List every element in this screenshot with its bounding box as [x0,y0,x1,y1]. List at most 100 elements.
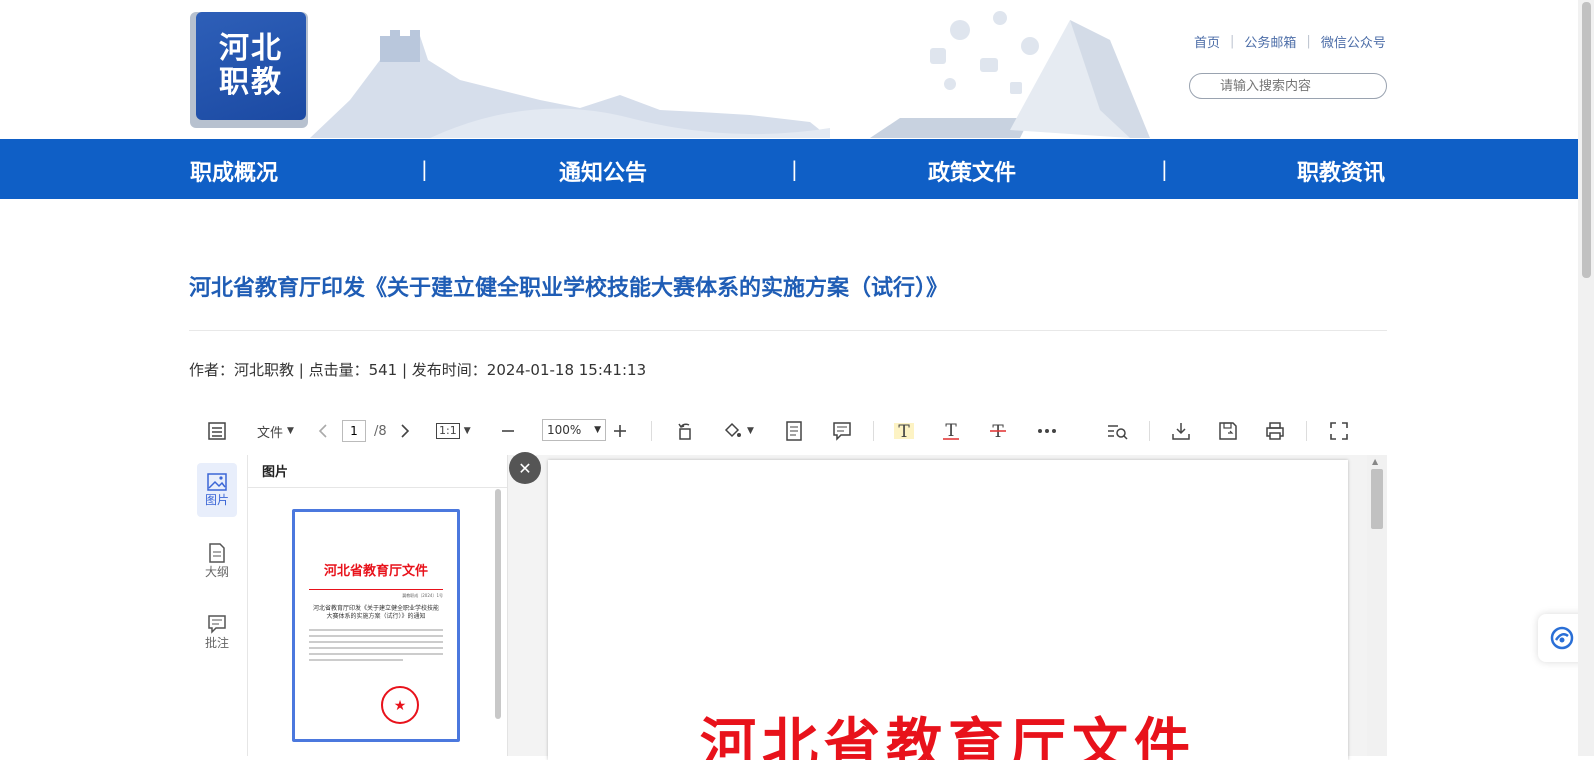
link-separator: | [1306,34,1311,49]
pdf-toolbar: 文件 ▼ /8 1:1 ▼ 100% ▼ ▼ T T [189,411,1387,451]
outline-icon [209,542,225,563]
rotate-icon [678,423,691,440]
text-highlight-icon: T [894,422,914,441]
fullscreen-icon [1330,422,1348,440]
more-icon [1038,429,1056,433]
zoom-out-button[interactable] [500,411,516,451]
fit-mode-button[interactable]: 1:1 ▼ [436,411,471,451]
svg-text:T: T [945,421,957,441]
tab-label: 图片 [204,492,229,507]
paint-bucket-icon [724,422,741,438]
nav-item-overview[interactable]: 职成概况 [190,155,278,187]
wechat-link[interactable]: 微信公众号 [1321,32,1386,51]
thumb-doc-number: 冀教职成〔2024〕1号 [402,593,443,598]
close-icon: ✕ [518,458,532,478]
rotate-button[interactable] [675,411,695,451]
official-mail-link[interactable]: 公务邮箱 [1244,32,1296,51]
image-icon [207,472,227,491]
toolbar-divider [651,421,652,441]
document-button[interactable] [785,411,803,451]
page-scrollbar[interactable] [1578,0,1594,756]
seal-stamp: ★ [381,686,419,724]
tab-thumbnails[interactable]: 图片 [197,463,237,517]
chevron-right-icon [401,424,410,438]
tab-label: 批注 [204,635,229,650]
fit-label: 1:1 [436,423,460,439]
nav-separator: | [421,157,428,181]
viewer-scrollbar[interactable]: ▲ [1367,455,1387,756]
great-wall-banner-art [310,11,1150,138]
download-button[interactable] [1171,411,1191,451]
file-menu-label: 文件 [257,425,284,441]
page-thumbnail[interactable]: 河北省教育厅文件 冀教职成〔2024〕1号 河北省教育厅印发《关于建立健全职业学… [292,509,460,742]
logo-text: 河北 职教 [196,12,306,120]
caret-down-icon: ▼ [287,426,294,436]
find-text-button[interactable] [1106,411,1128,451]
download-icon [1172,423,1190,440]
tab-annotations[interactable]: 批注 [197,605,237,659]
underline-text-button[interactable]: T [941,411,961,451]
thumbnail-scrollbar[interactable] [495,489,501,719]
svg-text:T: T [898,422,910,441]
viewer-scroll-thumb[interactable] [1371,469,1383,529]
page-number: /8 [342,411,387,451]
printer-icon [1266,422,1284,440]
toolbar-divider [873,421,874,441]
scroll-up-icon[interactable]: ▲ [1372,457,1378,466]
title-divider [189,330,1387,331]
toolbar-divider [1149,421,1150,441]
assistant-icon [1550,626,1574,650]
home-link[interactable]: 首页 [1194,32,1220,51]
article-title: 河北省教育厅印发《关于建立健全职业学校技能大赛体系的实施方案（试行）》 [189,276,949,301]
print-button[interactable] [1265,411,1285,451]
logo-line-1: 河北 [219,31,283,66]
close-panel-button[interactable]: ✕ [509,452,541,484]
annotation-icon [208,614,226,634]
sidebar-toggle-button[interactable] [207,411,227,451]
caret-down-icon: ▼ [463,426,471,436]
site-header: 河北 职教 首页 | 公务邮箱 | 微信公众号 [0,0,1578,138]
nav-separator: | [791,157,798,181]
text-underline-icon: T [943,421,959,441]
more-tools-button[interactable] [1037,411,1057,451]
search-input[interactable] [1189,73,1387,99]
next-page-button[interactable] [398,411,412,451]
viewer-side-tabs: 图片 大纲 批注 [189,455,248,756]
thumbnail-panel-title: 图片 [262,465,289,480]
tab-outline[interactable]: 大纲 [197,534,237,588]
article-meta: 作者：河北职教 | 点击量：541 | 发布时间：2024-01-18 15:4… [189,361,647,379]
comment-button[interactable] [832,411,852,451]
site-logo[interactable]: 河北 职教 [190,12,308,128]
svg-text:★: ★ [394,698,407,714]
page-heading: 河北省教育厅文件 [700,712,1196,760]
comment-icon [833,422,851,441]
nav-item-notices[interactable]: 通知公告 [559,155,647,187]
thumb-heading: 河北省教育厅文件 [323,564,428,579]
zoom-select[interactable]: 100% ▼ [542,419,606,441]
page-number-input[interactable] [342,420,366,442]
panel-divider [248,487,507,488]
chevron-left-icon [318,424,327,438]
search-text-icon [1108,425,1128,440]
caret-down-icon: ▼ [747,426,754,436]
save-button[interactable] [1218,411,1238,451]
sidebar-icon [208,422,226,440]
save-icon [1219,422,1237,440]
text-strikethrough-icon: T [990,422,1006,441]
fill-color-button[interactable]: ▼ [723,411,754,451]
logo-line-2: 职教 [219,65,283,100]
nav-item-news[interactable]: 职教资讯 [1297,155,1385,187]
file-menu-button[interactable]: 文件 ▼ [257,411,294,451]
pdf-viewer: 图片 大纲 批注 图片 河北省教育厅文件 冀教职成〔2024〕1号 河北省教育厅… [189,452,1387,760]
page-scroll-thumb[interactable] [1582,2,1591,278]
prev-page-button[interactable] [316,411,330,451]
tab-label: 大纲 [204,564,229,579]
nav-separator: | [1161,157,1168,181]
fullscreen-button[interactable] [1329,411,1349,451]
zoom-in-button[interactable] [612,411,628,451]
strikethrough-text-button[interactable]: T [988,411,1008,451]
header-links: 首页 | 公务邮箱 | 微信公众号 [1194,32,1386,51]
nav-item-policies[interactable]: 政策文件 [928,155,1016,187]
highlight-text-button[interactable]: T [894,411,914,451]
thumb-body-lines [309,629,443,661]
